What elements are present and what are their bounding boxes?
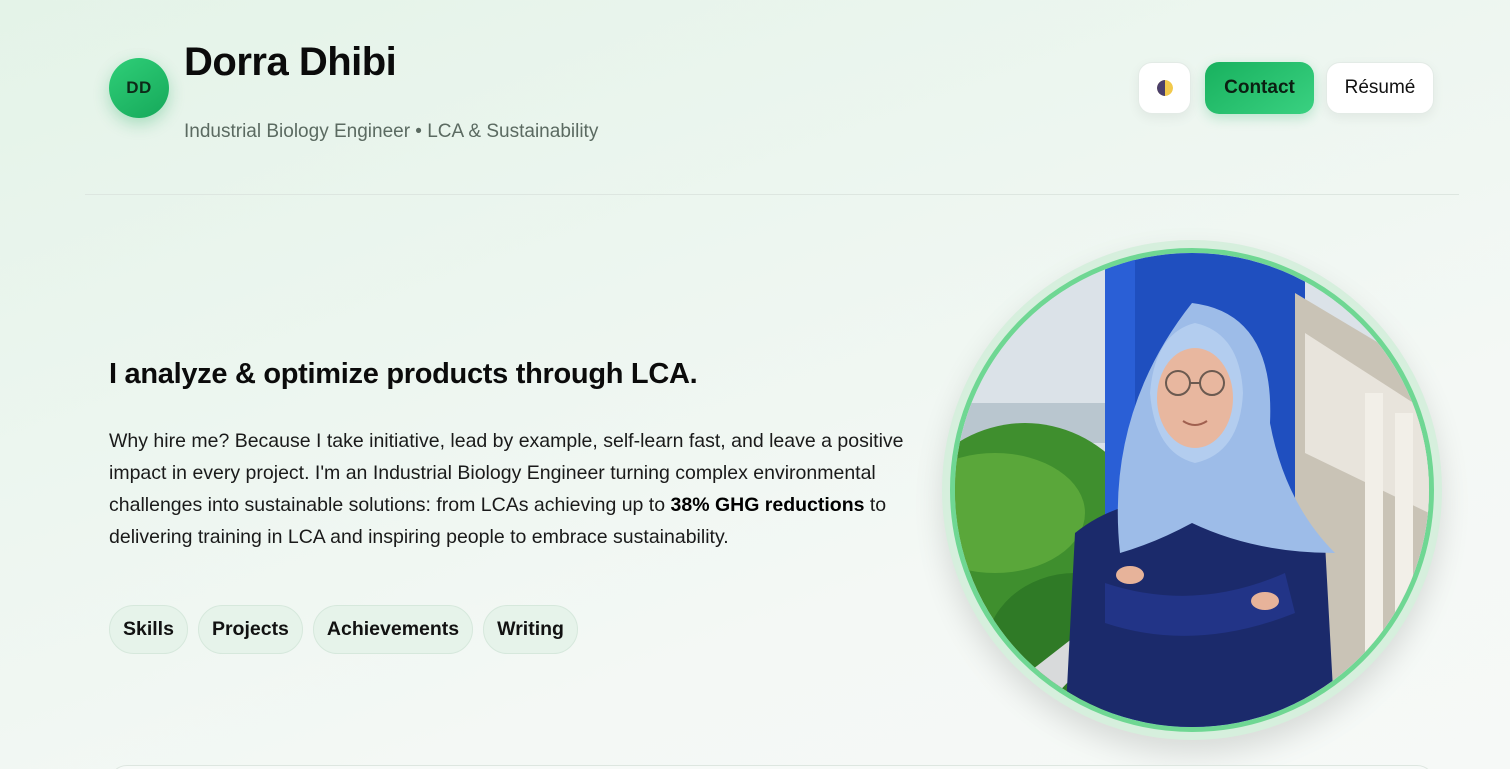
profile-photo	[950, 248, 1434, 732]
contact-button[interactable]: Contact	[1205, 62, 1314, 114]
bio-highlight: 38% GHG reductions	[670, 494, 865, 516]
header-divider	[85, 194, 1459, 195]
avatar: DD	[109, 58, 169, 118]
resume-button[interactable]: Résumé	[1326, 62, 1434, 114]
chip-writing[interactable]: Writing	[483, 605, 578, 654]
hero-bio: Why hire me? Because I take initiative, …	[109, 425, 919, 553]
chip-projects[interactable]: Projects	[197, 605, 303, 654]
section-chips: Skills Projects Achievements Writing	[109, 605, 578, 654]
site-name: Dorra Dhibi	[184, 40, 397, 84]
next-section-card	[109, 765, 1435, 769]
theme-toggle-button[interactable]	[1138, 62, 1191, 114]
chip-skills[interactable]: Skills	[109, 605, 188, 654]
half-moon-icon	[1156, 80, 1173, 96]
tagline: Industrial Biology Engineer • LCA & Sust…	[184, 121, 599, 142]
hero-headline: I analyze & optimize products through LC…	[109, 358, 698, 390]
chip-achievements[interactable]: Achievements	[312, 605, 474, 654]
portrait-frame	[942, 240, 1442, 740]
site-header: DD Dorra Dhibi Industrial Biology Engine…	[0, 0, 1510, 195]
